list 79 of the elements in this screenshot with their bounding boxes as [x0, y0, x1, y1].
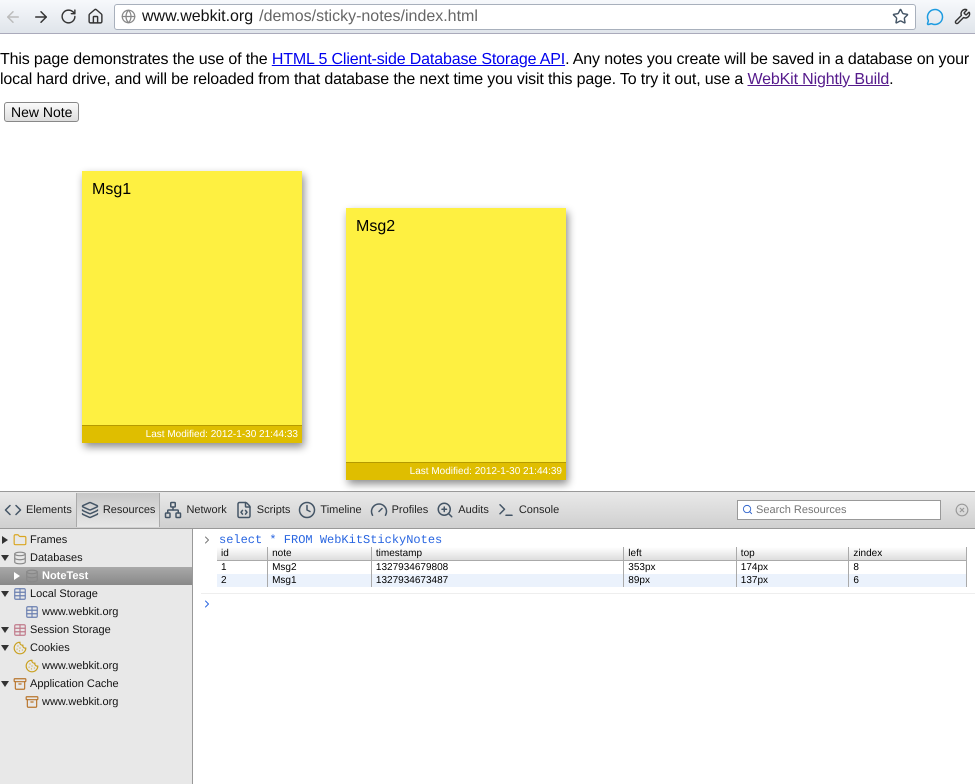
devtools-tab[interactable]: Profiles — [366, 493, 432, 527]
cookie-icon — [13, 641, 27, 655]
database-icon — [13, 551, 27, 565]
table-cell: 89px — [624, 574, 736, 587]
home-button[interactable] — [87, 8, 104, 25]
intro-paragraph: This page demonstrates the use of the HTML 5 Client-side Database Storage API. Any notes you create will be saved in a database on your local hard drive, and will be reloaded from that database the next time you visit this page. To try it out, use a WebKit Nightly Build. — [0, 50, 970, 90]
sidebar-item[interactable]: www.webkit.org — [0, 693, 192, 711]
star-icon[interactable] — [892, 8, 909, 25]
table-cell: Msg1 — [268, 574, 372, 587]
column-header: zindex — [848, 547, 966, 560]
link[interactable]: HTML 5 Client-side Database Storage API — [272, 51, 566, 68]
chat-icon[interactable] — [926, 8, 944, 26]
table-cell: 8 — [848, 560, 966, 574]
sidebar-item[interactable]: Local Storage — [0, 585, 192, 603]
devtools-tab[interactable]: Elements — [0, 493, 76, 527]
file-code-icon — [234, 501, 253, 519]
archive-icon — [13, 677, 27, 691]
column-header: timestamp — [371, 547, 624, 560]
table-cell: 1 — [217, 560, 268, 574]
zoom-icon — [436, 501, 454, 519]
cookie-icon — [25, 659, 39, 673]
devtools-tab[interactable]: Resources — [76, 493, 160, 527]
sticky-note[interactable]: Msg2 Last Modified: 2012-1-30 21:44:39 — [346, 208, 566, 480]
devtools-tab[interactable]: Timeline — [294, 493, 366, 527]
note-footer: Last Modified: 2012-1-30 21:44:39 — [346, 462, 566, 480]
note-text[interactable]: Msg2 — [346, 208, 566, 462]
address-bar[interactable]: www.webkit.org /demos/sticky-notes/index.html — [114, 4, 916, 30]
sidebar-item[interactable]: Databases — [0, 549, 192, 567]
devtools-tab[interactable]: Console — [492, 493, 564, 527]
sidebar-item[interactable]: Session Storage — [0, 621, 192, 639]
network-icon — [164, 501, 182, 519]
expanded-arrow-icon[interactable] — [1, 626, 9, 634]
table-cell: 6 — [848, 574, 966, 587]
note-text[interactable]: Msg1 — [82, 171, 302, 425]
table-icon — [25, 605, 39, 619]
table-cell: 1327934679808 — [371, 560, 624, 574]
devtools-tab[interactable]: Network — [160, 493, 231, 527]
new-note-button[interactable]: New Note — [4, 102, 80, 122]
sidebar-item[interactable]: www.webkit.org — [0, 603, 192, 621]
terminal-icon — [496, 501, 515, 519]
clock-icon — [298, 501, 316, 519]
table-icon — [13, 623, 27, 637]
wrench-icon[interactable] — [954, 8, 971, 25]
sticky-note[interactable]: Msg1 Last Modified: 2012-1-30 21:44:33 — [82, 171, 302, 443]
note-footer: Last Modified: 2012-1-30 21:44:33 — [82, 425, 302, 443]
search-icon — [742, 504, 753, 515]
column-header: left — [624, 547, 736, 560]
sidebar-item[interactable]: www.webkit.org — [0, 657, 192, 675]
url-path: /demos/sticky-notes/index.html — [259, 8, 479, 26]
sidebar-item[interactable]: Frames — [0, 531, 192, 549]
link[interactable]: WebKit Nightly Build — [747, 71, 890, 88]
sidebar-item[interactable]: Application Cache — [0, 675, 192, 693]
table-cell: 2 — [217, 574, 268, 587]
expanded-arrow-icon[interactable] — [1, 590, 9, 598]
collapsed-arrow-icon[interactable] — [1, 536, 9, 544]
expanded-arrow-icon[interactable] — [1, 554, 9, 562]
table-cell: Msg2 — [268, 560, 372, 574]
reload-button[interactable] — [60, 8, 77, 25]
table-icon — [13, 587, 27, 601]
folder-icon — [13, 533, 27, 547]
table-cell: 353px — [624, 560, 736, 574]
database-icon — [25, 569, 39, 583]
search-field[interactable]: Search Resources — [737, 500, 941, 520]
devtools-tab[interactable]: Audits — [432, 493, 493, 527]
table-cell: 137px — [736, 574, 849, 587]
sidebar-item[interactable]: Cookies — [0, 639, 192, 657]
expanded-arrow-icon[interactable] — [1, 680, 9, 688]
console-command: select * FROM WebKitStickyNotes — [219, 533, 442, 547]
archive-icon — [25, 695, 39, 709]
table-cell: 1327934673487 — [371, 574, 624, 587]
expanded-arrow-icon[interactable] — [1, 644, 9, 652]
globe-icon — [121, 9, 136, 24]
layers-icon — [80, 501, 99, 519]
devtools-tab[interactable]: Scripts — [230, 493, 294, 527]
gauge-icon — [370, 501, 388, 519]
column-header: note — [268, 547, 372, 560]
column-header: top — [736, 547, 849, 560]
table-cell: 174px — [736, 560, 849, 574]
column-header: id — [217, 547, 268, 560]
